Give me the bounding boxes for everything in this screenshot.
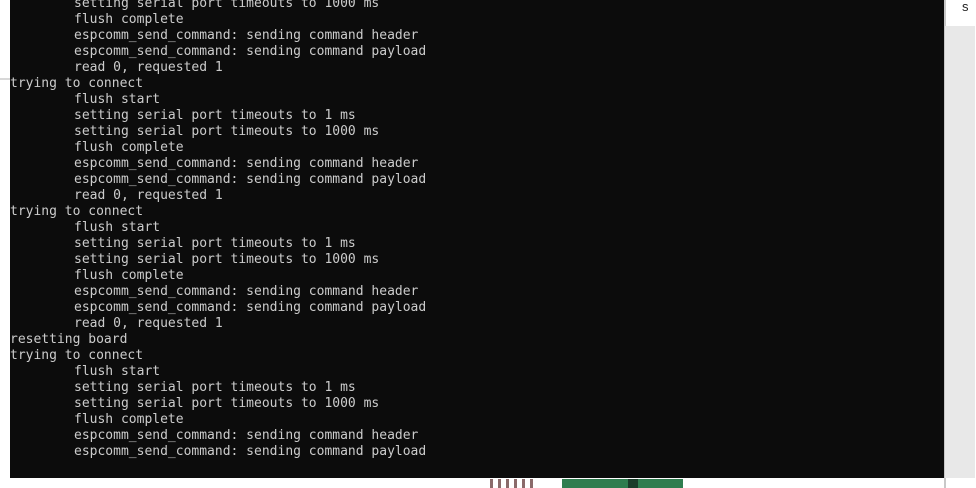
terminal-line: espcomm_send_command: sending command pa… bbox=[74, 172, 427, 187]
terminal-line: trying to connect bbox=[10, 348, 144, 363]
terminal-line: flush complete bbox=[74, 140, 184, 155]
terminal-line: setting serial port timeouts to 1 ms bbox=[74, 108, 356, 123]
terminal-line: resetting board bbox=[10, 332, 128, 347]
terminal-line: setting serial port timeouts to 1 ms bbox=[74, 236, 356, 251]
scrollbar-thumb[interactable] bbox=[945, 26, 975, 478]
terminal-line: espcomm_send_command: sending command he… bbox=[74, 156, 419, 171]
terminal-line: espcomm_send_command: sending command he… bbox=[74, 428, 419, 443]
terminal-line: espcomm_send_command: sending command he… bbox=[74, 28, 419, 43]
terminal-line: read 0, requested 1 bbox=[74, 316, 223, 331]
terminal-line: flush start bbox=[74, 92, 161, 107]
terminal-line: setting serial port timeouts to 1000 ms bbox=[74, 0, 380, 11]
desktop: setting serial port timeouts to 1000 ms f… bbox=[0, 0, 976, 488]
window-edge bbox=[0, 78, 10, 80]
background-board-detail bbox=[628, 479, 638, 488]
terminal-line: setting serial port timeouts to 1000 ms bbox=[74, 124, 380, 139]
terminal-line: read 0, requested 1 bbox=[74, 60, 223, 75]
terminal-line: setting serial port timeouts to 1 ms bbox=[74, 380, 356, 395]
terminal-line: flush complete bbox=[74, 412, 184, 427]
terminal-line: flush complete bbox=[74, 12, 184, 27]
terminal-line: espcomm_send_command: sending command pa… bbox=[74, 300, 427, 315]
background-window-text: s bbox=[962, 0, 969, 14]
background-window-strip bbox=[0, 0, 10, 38]
terminal-line: flush start bbox=[74, 220, 161, 235]
terminal-line: espcomm_send_command: sending command he… bbox=[74, 284, 419, 299]
terminal-output: setting serial port timeouts to 1000 ms f… bbox=[10, 0, 426, 460]
terminal-line: espcomm_send_command: sending command pa… bbox=[74, 44, 427, 59]
terminal-line: read 0, requested 1 bbox=[74, 188, 223, 203]
terminal-window[interactable]: setting serial port timeouts to 1000 ms f… bbox=[10, 0, 944, 478]
terminal-line: trying to connect bbox=[10, 76, 144, 91]
background-header-pins bbox=[488, 479, 544, 488]
terminal-line: trying to connect bbox=[10, 204, 144, 219]
terminal-line: flush complete bbox=[74, 268, 184, 283]
terminal-line: espcomm_send_command: sending command pa… bbox=[74, 444, 427, 459]
terminal-line: setting serial port timeouts to 1000 ms bbox=[74, 252, 380, 267]
terminal-line: setting serial port timeouts to 1000 ms bbox=[74, 396, 380, 411]
terminal-line: flush start bbox=[74, 364, 161, 379]
background-board-image bbox=[562, 479, 683, 488]
